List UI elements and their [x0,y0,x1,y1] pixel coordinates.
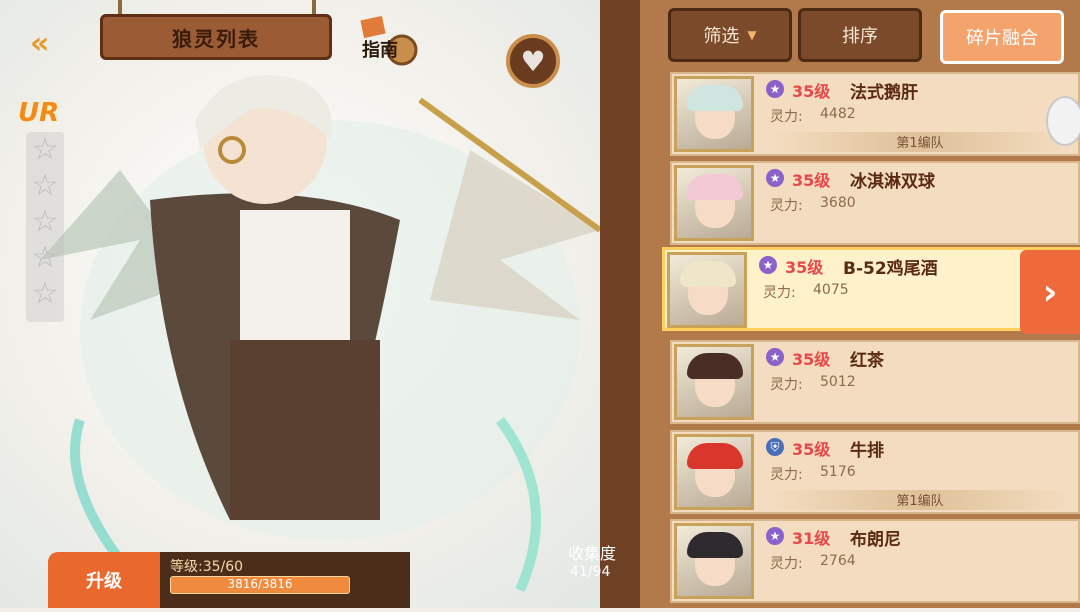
team-tag: 第1编队 [770,490,1070,510]
avatar-hair [687,532,743,558]
character-illustration [40,75,602,593]
level-text: 等级:35/60 [170,559,244,575]
level-label: 35级 [792,82,831,101]
power-value: 3680 [820,195,856,211]
avatar [667,252,747,328]
collection-value: 41/94 [570,564,611,580]
team-tag: 第1编队 [770,132,1070,152]
character-name: 牛排 [850,441,884,461]
collection-label: 收集度 [568,544,617,563]
power-value: 4075 [813,282,849,298]
star-empty-icon: ☆ [31,240,59,275]
character-name: 法式鹅肝 [850,83,918,103]
page-title-board: 狼灵列表 [100,14,332,60]
list-item[interactable]: ★ 35级 红茶灵力: 5012 [670,340,1080,424]
avatar [674,523,754,599]
filter-button[interactable]: 筛选 ▼ [668,8,792,62]
avatar-hair [687,85,743,111]
power-label: 灵力: [770,377,803,393]
character-name: B-52鸡尾酒 [843,259,938,279]
upgrade-button[interactable]: 升级 [48,552,160,608]
list-item[interactable]: ★ 31级 布朗尼灵力: 2764 [670,519,1080,603]
fragment-fusion-button[interactable]: 碎片融合 [940,10,1064,64]
avatar-hair [687,174,743,200]
star-badge-icon: ★ [759,256,777,274]
filter-label: 筛选 [703,26,740,47]
level-label: 35级 [792,440,831,459]
star-badge-icon: ★ [766,80,784,98]
level-label: 31级 [792,529,831,548]
detail-arrow-button[interactable]: › [1020,250,1080,334]
chevron-right-icon: › [1042,271,1058,313]
page-title: 狼灵列表 [172,26,260,51]
power-value: 5012 [820,374,856,390]
avatar [674,434,754,510]
character-art [0,0,640,608]
favorite-button[interactable]: ♥ [506,34,560,88]
list-item[interactable]: ★ 35级 B-52鸡尾酒灵力: 4075 [662,247,1080,331]
star-empty-icon: ☆ [31,132,59,167]
power-value: 2764 [820,553,856,569]
power-label: 灵力: [770,198,803,214]
star-empty-icon: ☆ [31,168,59,203]
sort-button[interactable]: 排序 [798,8,922,62]
list-item[interactable]: ★ 35级 冰淇淋双球灵力: 3680 [670,161,1080,245]
avatar-hair [687,443,743,469]
star-badge-icon: ★ [766,169,784,187]
star-empty-icon: ☆ [31,204,59,239]
power-label: 灵力: [770,109,803,125]
power-value: 4482 [820,106,856,122]
character-name: 冰淇淋双球 [850,172,935,192]
star-badge-icon: ★ [766,527,784,545]
character-name: 红茶 [850,351,884,371]
character-name: 布朗尼 [850,530,901,550]
list-item[interactable]: ★ 35级 法式鹅肝灵力: 4482 第1编队 [670,72,1080,156]
avatar-hair [687,353,743,379]
power-value: 5176 [820,464,856,480]
star-rating: ☆ ☆ ☆ ☆ ☆ [26,132,64,322]
heart-icon: ♥ [520,44,546,78]
star-badge-icon: ★ [766,348,784,366]
level-label: 35级 [792,350,831,369]
level-label: 35级 [785,258,824,277]
power-label: 灵力: [770,556,803,572]
caret-down-icon: ▼ [747,28,757,42]
back-button[interactable]: « [30,26,82,61]
shield-badge-icon: ⛨ [766,438,784,456]
avatar [674,344,754,420]
guide-label: 指南 [362,40,398,61]
list-item[interactable]: ⛨ 35级 牛排灵力: 5176 第1编队 [670,430,1080,514]
scroll-handle[interactable] [1046,96,1080,146]
power-label: 灵力: [763,285,796,301]
avatar-hair [680,261,736,287]
rarity-badge: UR [18,98,60,128]
chevron-left-icon: « [30,26,50,61]
power-label: 灵力: [770,467,803,483]
star-empty-icon: ☆ [31,276,59,311]
avatar [674,165,754,241]
guide-button[interactable]: 指南 [356,15,420,68]
avatar [674,76,754,152]
exp-text: 3816/3816 [227,577,293,591]
level-label: 35级 [792,171,831,190]
